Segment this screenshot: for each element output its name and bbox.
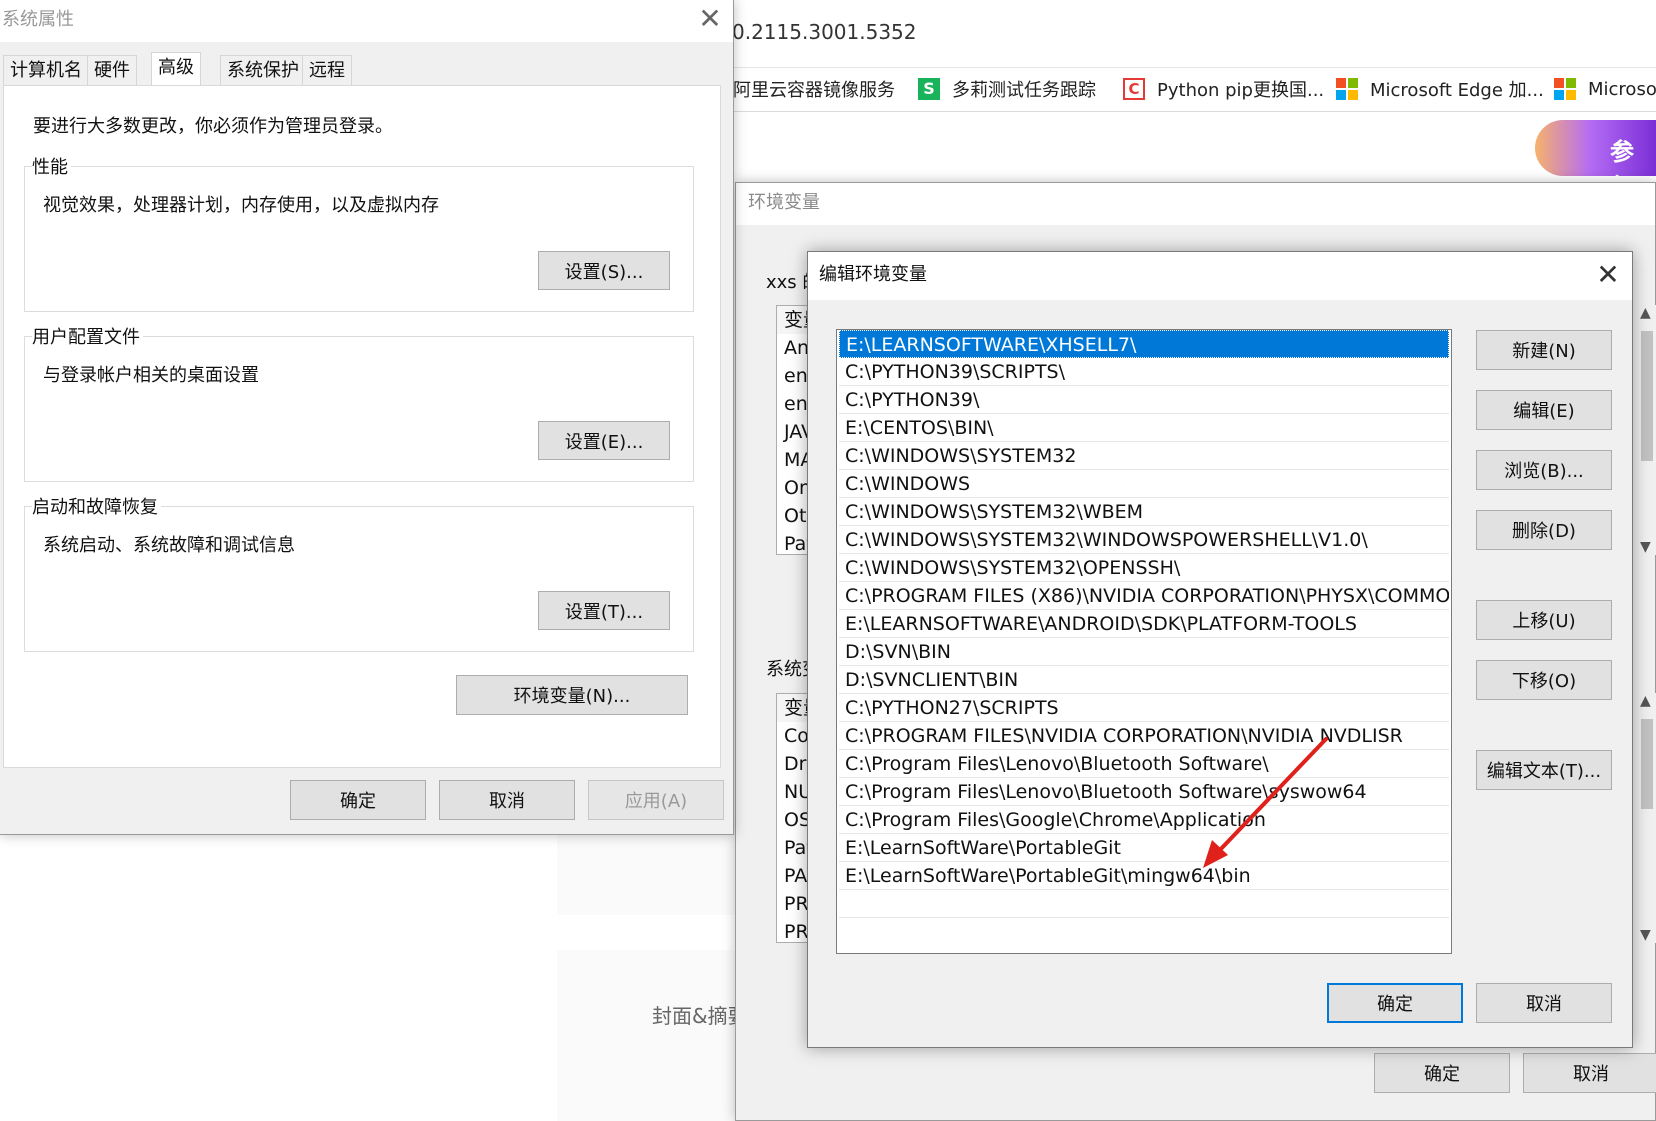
path-list-item[interactable]: C:\PROGRAM FILES\NVIDIA CORPORATION\NVID… xyxy=(839,722,1449,750)
cancel-button[interactable]: 取消 xyxy=(1523,1053,1656,1093)
cancel-button[interactable]: 取消 xyxy=(1476,983,1612,1023)
close-icon[interactable]: ✕ xyxy=(1593,261,1623,291)
scroll-thumb[interactable] xyxy=(1641,331,1653,461)
profiles-settings-button[interactable]: 设置(E)... xyxy=(538,421,670,460)
bookmark-label: Microso xyxy=(1588,78,1656,100)
edit-environment-variable-dialog: 编辑环境变量 ✕ E:\LEARNSOFTWARE\XHSELL7\ C:\PYT… xyxy=(807,251,1633,1048)
new-button[interactable]: 新建(N) xyxy=(1476,330,1612,370)
path-list[interactable]: E:\LEARNSOFTWARE\XHSELL7\ C:\PYTHON39\SCR… xyxy=(836,329,1452,954)
bookmark-aliyun[interactable]: 阿里云容器镜像服务 xyxy=(733,72,895,106)
c-logo-icon: C xyxy=(1123,78,1145,100)
user-profiles-group xyxy=(24,336,694,482)
path-list-item[interactable]: E:\LEARNSOFTWARE\ANDROID\SDK\PLATFORM-TO… xyxy=(839,610,1449,638)
bookmark-label: Python pip更换国... xyxy=(1157,80,1325,101)
tab-computer-name[interactable]: 计算机名 xyxy=(3,55,89,85)
startup-settings-button[interactable]: 设置(T)... xyxy=(538,591,670,630)
admin-note: 要进行大多数更改，你必须作为管理员登录。 xyxy=(33,116,393,137)
performance-group xyxy=(24,166,694,312)
card-label: 封面&摘要 xyxy=(652,1004,748,1028)
path-list-item[interactable]: C:\Program Files\Lenovo\Bluetooth Softwa… xyxy=(839,750,1449,778)
bookmark-label: 多莉测试任务跟踪 xyxy=(952,80,1096,101)
tab-hardware[interactable]: 硬件 xyxy=(87,55,137,85)
bookmark-microsoft[interactable]: Microso xyxy=(1554,72,1656,106)
ok-button[interactable]: 确定 xyxy=(1327,983,1463,1023)
scroll-up-icon[interactable]: ▲ xyxy=(1640,305,1651,321)
path-list-item[interactable]: E:\LEARNSOFTWARE\XHSELL7\ xyxy=(839,330,1449,358)
user-list-scrollbar[interactable]: ▲ ▼ xyxy=(1638,305,1656,555)
path-list-item[interactable] xyxy=(839,890,1449,918)
apply-button[interactable]: 应用(A) xyxy=(588,780,724,820)
microsoft-logo-icon xyxy=(1336,78,1358,100)
move-up-button[interactable]: 上移(U) xyxy=(1476,600,1612,640)
scroll-down-icon[interactable]: ▼ xyxy=(1640,927,1651,943)
group-description: 视觉效果，处理器计划，内存使用，以及虚拟内存 xyxy=(43,195,439,216)
microsoft-logo-icon xyxy=(1554,78,1576,100)
scroll-up-icon[interactable]: ▲ xyxy=(1640,693,1651,709)
cancel-button[interactable]: 取消 xyxy=(439,780,575,820)
path-list-item[interactable]: C:\WINDOWS\SYSTEM32\WBEM xyxy=(839,498,1449,526)
move-down-button[interactable]: 下移(O) xyxy=(1476,660,1612,700)
tab-system-protection[interactable]: 系统保护 xyxy=(220,55,306,85)
path-list-item[interactable]: C:\PYTHON39\SCRIPTS\ xyxy=(839,358,1449,386)
path-list-item[interactable]: C:\PYTHON39\ xyxy=(839,386,1449,414)
path-list-item[interactable]: D:\SVN\BIN xyxy=(839,638,1449,666)
path-list-item[interactable]: C:\WINDOWS\SYSTEM32\WINDOWSPOWERSHELL\V1… xyxy=(839,526,1449,554)
system-list-scrollbar[interactable]: ▲ ▼ xyxy=(1638,693,1656,943)
tab-remote[interactable]: 远程 xyxy=(302,55,352,85)
content-card xyxy=(557,950,737,1121)
dialog-title: 环境变量 xyxy=(736,183,1655,225)
path-list-item[interactable]: C:\PROGRAM FILES (X86)\NVIDIA CORPORATIO… xyxy=(839,582,1449,610)
edit-button[interactable]: 编辑(E) xyxy=(1476,390,1612,430)
path-list-item[interactable]: C:\Program Files\Google\Chrome\Applicati… xyxy=(839,806,1449,834)
browse-button[interactable]: 浏览(B)... xyxy=(1476,450,1612,490)
dialog-title: 系统属性 xyxy=(0,0,733,42)
dialog-title: 编辑环境变量 xyxy=(808,252,1632,300)
bookmark-duoli[interactable]: S 多莉测试任务跟踪 xyxy=(918,72,1096,106)
path-list-item[interactable]: D:\SVNCLIENT\BIN xyxy=(839,666,1449,694)
tab-advanced[interactable]: 高级 xyxy=(151,52,201,86)
startup-recovery-group xyxy=(24,506,694,652)
performance-settings-button[interactable]: 设置(S)... xyxy=(538,251,670,290)
ok-button[interactable]: 确定 xyxy=(1374,1053,1510,1093)
s-logo-icon: S xyxy=(918,78,940,100)
path-list-item[interactable]: C:\WINDOWS\SYSTEM32\OPENSSH\ xyxy=(839,554,1449,582)
bookmark-python-pip[interactable]: C Python pip更换国... xyxy=(1123,72,1324,106)
ok-button[interactable]: 确定 xyxy=(290,780,426,820)
path-list-item[interactable]: E:\LearnSoftWare\PortableGit xyxy=(839,834,1449,862)
delete-button[interactable]: 删除(D) xyxy=(1476,510,1612,550)
bookmark-edge[interactable]: Microsoft Edge 加... xyxy=(1336,72,1544,106)
close-icon[interactable]: ✕ xyxy=(695,5,725,35)
bookmark-label: Microsoft Edge 加... xyxy=(1370,80,1544,101)
advanced-tab-panel: 要进行大多数更改，你必须作为管理员登录。 性能 视觉效果，处理器计划，内存使用，… xyxy=(3,85,721,768)
path-list-item[interactable]: C:\Program Files\Lenovo\Bluetooth Softwa… xyxy=(839,778,1449,806)
group-description: 与登录帐户相关的桌面设置 xyxy=(43,365,259,386)
path-list-item[interactable]: E:\LearnSoftWare\PortableGit\mingw64\bin xyxy=(839,862,1449,890)
group-description: 系统启动、系统故障和调试信息 xyxy=(43,535,295,556)
scroll-down-icon[interactable]: ▼ xyxy=(1640,539,1651,555)
scroll-thumb[interactable] xyxy=(1641,719,1653,809)
bookmark-label: 阿里云容器镜像服务 xyxy=(733,80,895,101)
environment-variables-button[interactable]: 环境变量(N)... xyxy=(456,675,688,715)
group-title: 性能 xyxy=(32,153,71,179)
edit-text-button[interactable]: 编辑文本(T)... xyxy=(1476,750,1612,790)
path-list-item[interactable]: C:\WINDOWS\SYSTEM32 xyxy=(839,442,1449,470)
path-list-item[interactable]: C:\PYTHON27\SCRIPTS xyxy=(839,694,1449,722)
group-title: 启动和故障恢复 xyxy=(32,493,161,519)
path-list-item[interactable]: C:\WINDOWS xyxy=(839,470,1449,498)
group-title: 用户配置文件 xyxy=(32,323,143,349)
address-text[interactable]: 0.2115.3001.5352 xyxy=(732,20,917,44)
path-list-item[interactable]: E:\CENTOS\BIN\ xyxy=(839,414,1449,442)
system-properties-dialog: 系统属性 ✕ 计算机名 硬件 高级 系统保护 远程 要进行大多数更改，你必须作为… xyxy=(0,0,734,835)
